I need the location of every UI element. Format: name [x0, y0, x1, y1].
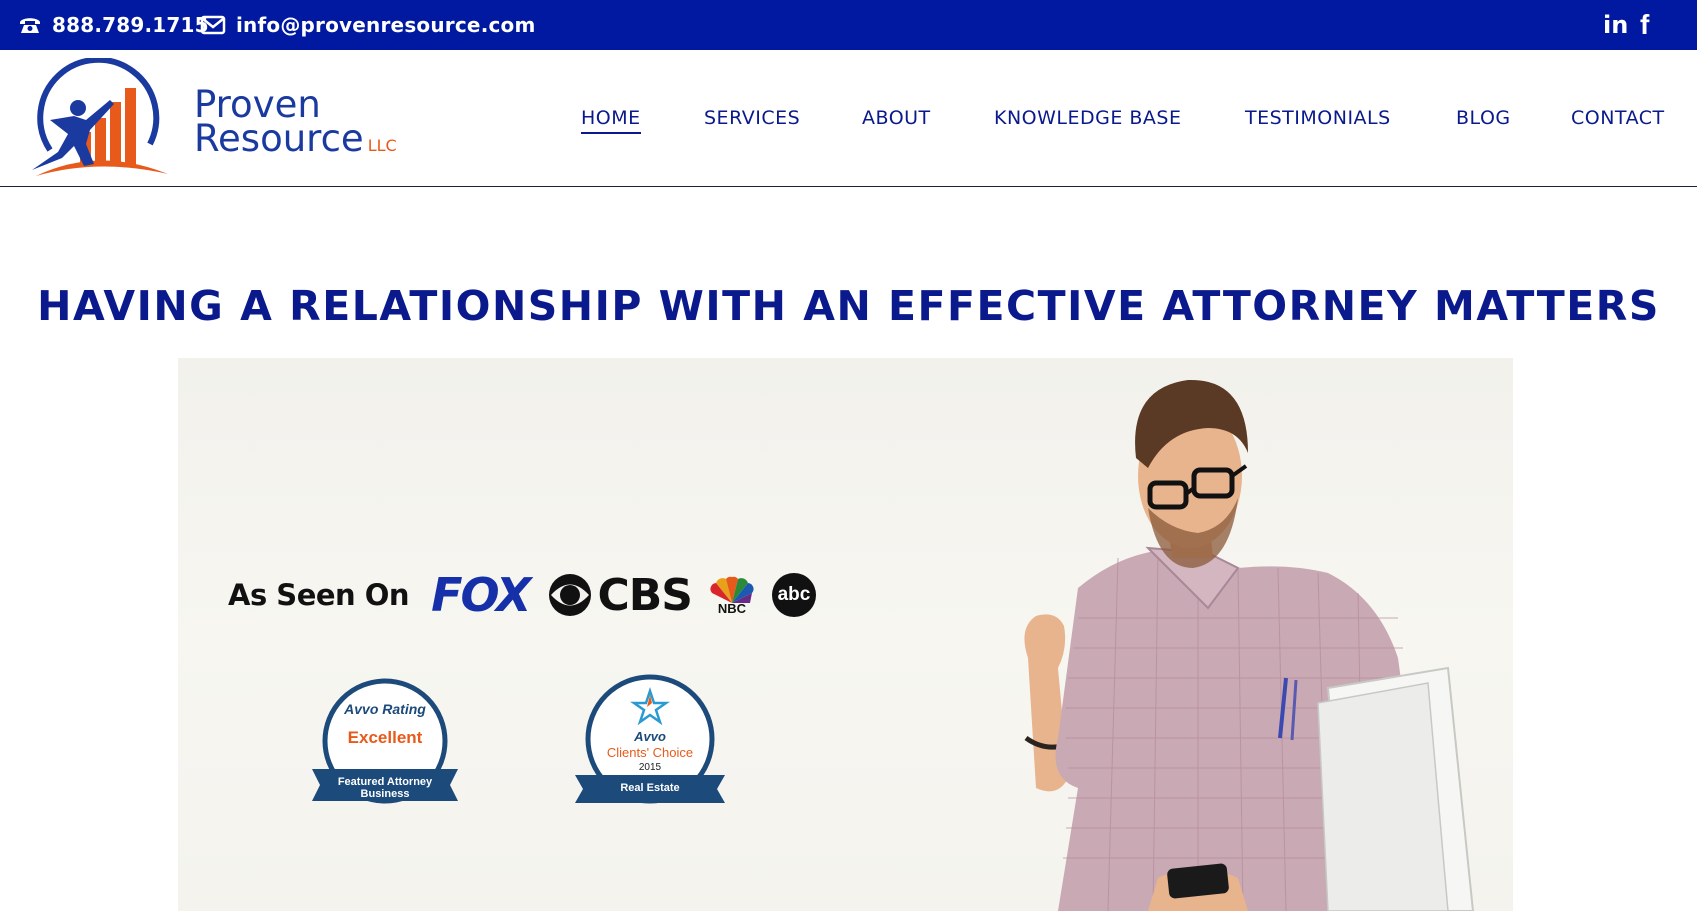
nbc-logo: NBC [710, 575, 754, 616]
top-contact-bar: 888.789.1715 info@provenresource.com in … [0, 0, 1697, 50]
phone-icon [20, 18, 40, 33]
logo-suffix: LLC [367, 136, 397, 155]
envelope-icon [200, 15, 226, 35]
badge-2-top: Avvo [634, 729, 666, 744]
badge-2-year: 2015 [638, 762, 662, 773]
cbs-eye-icon [549, 574, 592, 616]
logo-line-2: Resource LLC [194, 120, 397, 163]
as-seen-on-row: As Seen On FOX CBS NBC abc [228, 568, 816, 622]
badge-1-ribbon-1: Featured Attorney [337, 776, 433, 788]
site-header: Proven Resource LLC HOME SERVICES ABOUT K… [0, 50, 1697, 187]
phone-link[interactable]: 888.789.1715 [18, 0, 209, 50]
logo-wordmark: Proven Resource LLC [194, 86, 397, 163]
nav-services[interactable]: SERVICES [704, 107, 800, 129]
badge-1-main: Excellent [347, 728, 423, 747]
email-address: info@provenresource.com [236, 13, 536, 37]
badge-2-main: Clients' Choice [606, 745, 694, 760]
nav-knowledge-base[interactable]: KNOWLEDGE BASE [994, 107, 1182, 129]
linkedin-icon[interactable]: in [1603, 0, 1628, 50]
page-headline: HAVING A RELATIONSHIP WITH AN EFFECTIVE … [37, 282, 1660, 330]
email-link[interactable]: info@provenresource.com [200, 0, 536, 50]
badge-2-ribbon: Real Estate [620, 782, 680, 794]
abc-logo: abc [771, 573, 816, 617]
logo-line-2-text: Resource [194, 117, 364, 160]
phone-number: 888.789.1715 [52, 13, 209, 37]
facebook-icon[interactable]: f [1640, 0, 1649, 50]
hero-image: As Seen On FOX CBS NBC abc Avvo Rating E… [178, 358, 1513, 911]
badge-1-top: Avvo Rating [344, 701, 426, 717]
badge-1-ribbon-2: Business [360, 788, 410, 800]
avvo-clients-choice-badge: Avvo Clients' Choice 2015 Real Estate [573, 671, 727, 808]
cbs-text: CBS [597, 569, 693, 621]
nav-contact[interactable]: CONTACT [1571, 107, 1665, 129]
logo[interactable]: Proven Resource LLC [28, 58, 397, 184]
cbs-logo: CBS [547, 569, 693, 621]
nav-home[interactable]: HOME [581, 107, 641, 134]
logo-mark-icon [32, 58, 168, 176]
fox-logo: FOX [431, 568, 531, 622]
nbc-text: NBC [717, 600, 747, 616]
nav-blog[interactable]: BLOG [1456, 107, 1511, 129]
nav-about[interactable]: ABOUT [862, 107, 931, 129]
man-photo [1024, 379, 1475, 911]
as-seen-on-label: As Seen On [228, 578, 410, 612]
nav-testimonials[interactable]: TESTIMONIALS [1245, 107, 1391, 129]
avvo-rating-badge: Avvo Rating Excellent Featured Attorney … [310, 673, 460, 808]
